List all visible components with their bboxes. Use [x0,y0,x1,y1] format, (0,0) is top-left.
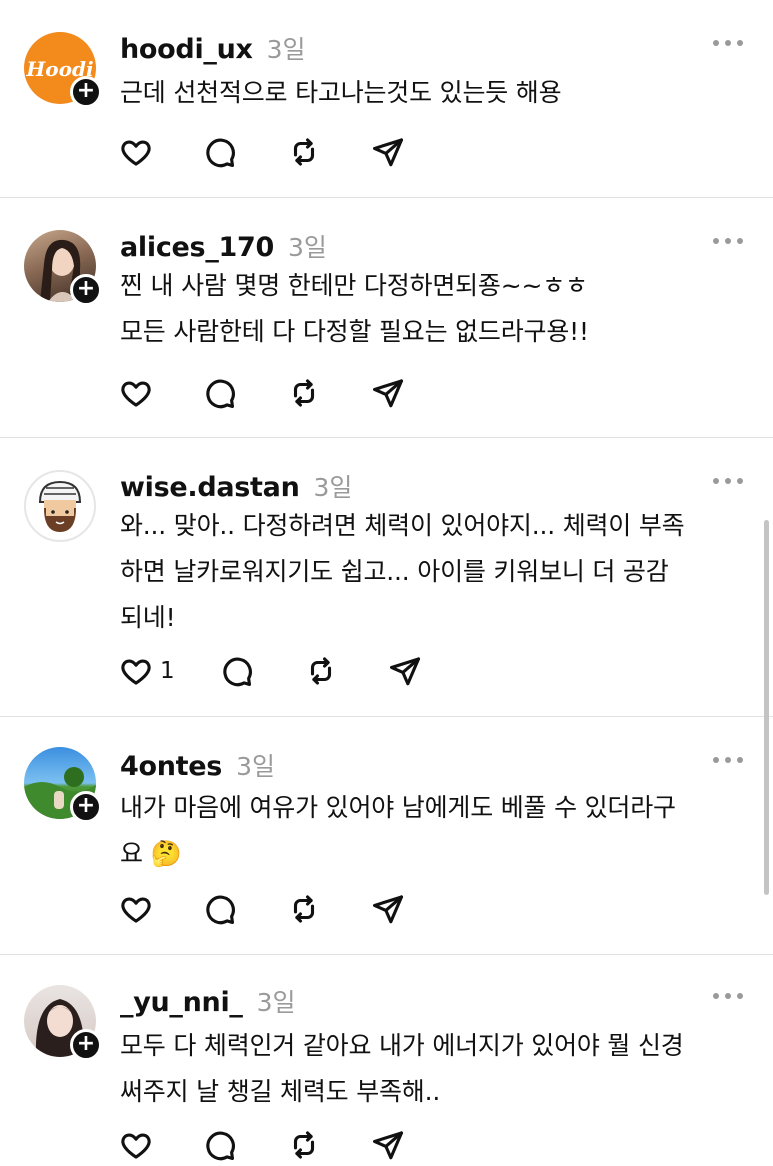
comment-icon[interactable] [202,375,238,411]
like-count[interactable]: 1 [160,658,175,684]
send-icon[interactable] [387,653,423,689]
action-bar: 1 [118,653,471,689]
post-text: 모두 다 체력인거 같아요 내가 에너지가 있어야 뭘 신경 써주지 날 챙길 … [120,1023,750,1115]
more-icon[interactable] [713,476,743,486]
post-text-line: 내가 마음에 여유가 있어야 남에게도 베풀 수 있더라구 [120,793,676,822]
heart-icon[interactable] [118,653,154,689]
timestamp: 3일 [236,752,275,781]
username[interactable]: wise.dastan [120,472,300,503]
follow-plus-icon[interactable]: + [70,1029,102,1061]
repost-icon[interactable] [286,134,322,170]
post-text-line: 와... 맞아.. 다정하려면 체력이 있어야지... 체력이 부족 [120,511,685,540]
post-header: alices_170 3일 [120,228,327,264]
action-bar [118,134,454,170]
post-4ontes: + 4ontes 3일 내가 마음에 여유가 있어야 남에게도 베풀 수 있더라… [0,717,773,955]
post-header: _yu_nni_ 3일 [120,983,296,1019]
repost-icon[interactable] [286,891,322,927]
username[interactable]: _yu_nni_ [120,987,243,1018]
comment-icon[interactable] [202,891,238,927]
action-bar [118,891,454,927]
post-text: 찐 내 사람 몇명 한테만 다정하면되죵~~ㅎㅎ 모든 사람한테 다 다정할 필… [120,263,750,355]
username[interactable]: alices_170 [120,232,274,263]
send-icon[interactable] [370,1127,406,1163]
timestamp: 3일 [256,988,296,1017]
comment-icon[interactable] [219,653,255,689]
post-text: 근데 선천적으로 타고나는것도 있는듯 해용 [120,70,750,116]
post-header: 4ontes 3일 [120,747,275,783]
heart-icon[interactable] [118,134,154,170]
post-hoodi_ux: Hoodi + hoodi_ux 3일 근데 선천적으로 타고나는것도 있는듯 … [0,0,773,198]
avatar-wrap[interactable]: + [24,747,102,823]
repost-icon[interactable] [286,375,322,411]
avatar-wrap[interactable]: + [24,230,102,306]
timestamp: 3일 [266,35,306,64]
more-icon[interactable] [713,38,743,48]
post-text: 와... 맞아.. 다정하려면 체력이 있어야지... 체력이 부족 하면 날카… [120,503,750,641]
timestamp: 3일 [313,473,353,502]
more-icon[interactable] [713,991,743,1001]
username[interactable]: 4ontes [120,751,222,782]
send-icon[interactable] [370,375,406,411]
repost-icon[interactable] [286,1127,322,1163]
post-wise.dastan: wise.dastan 3일 와... 맞아.. 다정하려면 체력이 있어야지.… [0,438,773,717]
post-text-line: 모든 사람한테 다 다정할 필요는 없드라구용!! [120,317,589,346]
follow-plus-icon[interactable]: + [70,274,102,306]
post-header: hoodi_ux 3일 [120,30,306,66]
follow-plus-icon[interactable]: + [70,76,102,108]
username[interactable]: hoodi_ux [120,34,253,65]
action-bar [118,1127,454,1163]
post-text-line: 모두 다 체력인거 같아요 내가 에너지가 있어야 뭘 신경 [120,1031,684,1060]
post-header: wise.dastan 3일 [120,468,352,504]
scrollbar[interactable] [764,520,769,895]
heart-icon[interactable] [118,1127,154,1163]
post-text-line: 근데 선천적으로 타고나는것도 있는듯 해용 [120,78,562,107]
post-text-line: 하면 날카로워지기도 쉽고... 아이를 키워보니 더 공감 [120,557,669,586]
timestamp: 3일 [287,233,327,262]
post-text: 내가 마음에 여유가 있어야 남에게도 베풀 수 있더라구 요 🤔 [120,785,750,877]
avatar[interactable] [24,470,96,542]
action-bar [118,375,454,411]
more-icon[interactable] [713,755,743,765]
more-icon[interactable] [713,236,743,246]
follow-plus-icon[interactable]: + [70,791,102,823]
avatar-wrap[interactable] [24,470,96,542]
heart-icon[interactable] [118,375,154,411]
repost-icon[interactable] [303,653,339,689]
post-text-line: 요 🤔 [120,839,182,868]
avatar-wrap[interactable]: Hoodi + [24,32,102,108]
post-text-line: 찐 내 사람 몇명 한테만 다정하면되죵~~ㅎㅎ [120,271,588,300]
comment-icon[interactable] [202,134,238,170]
heart-icon[interactable] [118,891,154,927]
post-alices_170: + alices_170 3일 찐 내 사람 몇명 한테만 다정하면되죵~~ㅎㅎ… [0,198,773,438]
comment-icon[interactable] [202,1127,238,1163]
send-icon[interactable] [370,134,406,170]
send-icon[interactable] [370,891,406,927]
avatar-wrap[interactable]: + [24,985,102,1061]
post-text-line: 되네! [120,603,176,632]
post-_yu_nni_: + _yu_nni_ 3일 모두 다 체력인거 같아요 내가 에너지가 있어야 … [0,955,773,1166]
post-text-line: 써주지 날 챙길 체력도 부족해.. [120,1077,441,1106]
